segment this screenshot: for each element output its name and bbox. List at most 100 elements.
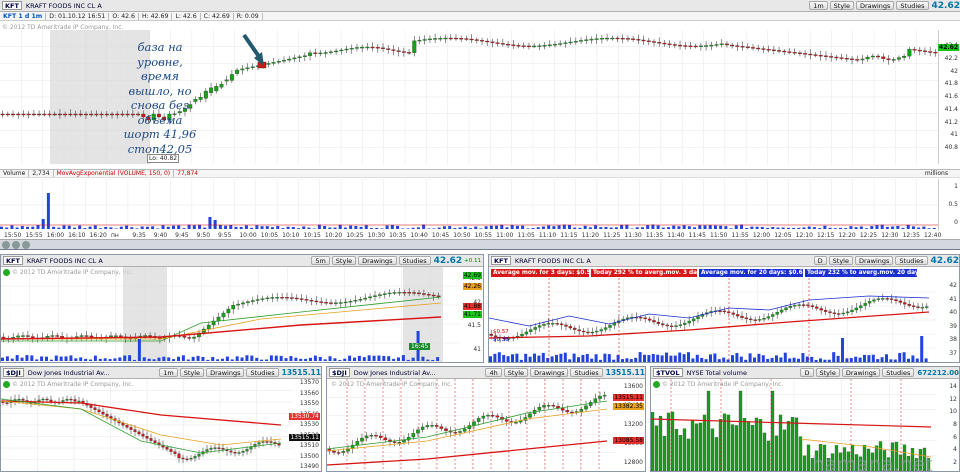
candle-body (560, 408, 565, 411)
y-tick-label: 41.5 (467, 322, 481, 330)
volume-bar (682, 354, 686, 362)
dji-4h-y-axis: 136001340013200130001280013515.1113382.3… (613, 379, 645, 471)
candle-body (559, 323, 564, 326)
y-tick-label: 41 (950, 131, 958, 139)
last-price: 13515.11 (281, 368, 321, 377)
studies-button[interactable]: Studies (895, 256, 928, 265)
style-button[interactable]: Style (815, 368, 840, 377)
candle-body (731, 312, 735, 315)
interval-button[interactable]: 5m (311, 256, 330, 265)
studies-button[interactable]: Studies (246, 368, 279, 377)
volume-bar (41, 219, 45, 229)
studies-button[interactable]: Studies (570, 368, 603, 377)
candle-body (236, 303, 240, 306)
volume-bar (717, 359, 721, 362)
studies-button[interactable]: Studies (882, 368, 915, 377)
interval-button[interactable]: 1m (159, 368, 178, 377)
kft-daily-chart[interactable] (489, 278, 937, 362)
volume-bar (581, 354, 585, 362)
candle-body (845, 311, 850, 314)
volume-bar (750, 226, 754, 229)
volume-bar (166, 226, 170, 229)
volume-bar (838, 227, 842, 229)
style-button[interactable]: Style (331, 256, 357, 265)
symbol-input[interactable]: $TVOL (653, 368, 683, 377)
candle-body (231, 304, 236, 310)
drawings-button[interactable]: Drawings (854, 256, 894, 265)
symbol-input[interactable]: KFT (3, 256, 23, 265)
volume-bar (20, 226, 24, 229)
zoom-in-icon[interactable] (12, 240, 20, 249)
y-tick-label: 13530 (299, 421, 319, 428)
candle-body (928, 51, 933, 53)
candle-body (577, 329, 581, 332)
symbol-input[interactable]: KFT (2, 1, 22, 10)
zoom-out-icon[interactable] (2, 240, 10, 249)
y-tick-label: 13200 (623, 421, 643, 428)
volume-bar (89, 359, 92, 361)
candle-body (801, 304, 806, 306)
drawings-button[interactable]: Drawings (358, 256, 397, 265)
volume-bar (276, 225, 280, 229)
candle-body (568, 41, 573, 44)
volume-bar (907, 358, 910, 362)
candle-body (546, 405, 551, 407)
volume-bar (458, 227, 462, 229)
candle-body (275, 297, 280, 299)
symbol-input[interactable]: $DJI (329, 368, 350, 377)
volume-bar (230, 359, 234, 361)
style-button[interactable]: Style (503, 368, 529, 377)
volume-bar (754, 417, 759, 471)
candle-body (360, 46, 365, 49)
candle-body (45, 398, 49, 401)
candle-body (261, 441, 265, 443)
kft-5m-chart[interactable] (1, 267, 459, 362)
volume-bar (172, 359, 176, 361)
candle-body (332, 450, 336, 453)
candle-body (599, 329, 603, 332)
volume-bar (573, 227, 577, 229)
symbol-input[interactable]: $DJI (3, 368, 24, 377)
interval-button[interactable]: 4h (485, 368, 502, 377)
dji-4h-chart[interactable] (327, 379, 617, 471)
candle-body (775, 312, 779, 315)
main-scrollbar[interactable] (0, 239, 960, 249)
drawings-button[interactable]: Drawings (206, 368, 245, 377)
volume-bar (858, 357, 862, 362)
drawings-button[interactable]: Drawings (855, 1, 895, 10)
scroll-left-icon[interactable] (22, 240, 30, 249)
candle-body (94, 113, 99, 116)
studies-button[interactable]: Studies (896, 1, 929, 10)
volume-bar (651, 354, 655, 362)
style-button[interactable]: Style (179, 368, 205, 377)
x-tick-label: 12:35 (902, 232, 920, 239)
interval-button[interactable]: D (813, 256, 827, 265)
volume-bar (235, 356, 239, 361)
candle-body (740, 315, 744, 318)
interval-button[interactable]: D (800, 368, 814, 377)
candle-body (313, 52, 318, 54)
symbol-input[interactable]: KFT (491, 256, 511, 265)
volume-bar (411, 357, 415, 361)
volume-bar (552, 226, 556, 229)
info-open: O: 42.6 (109, 12, 139, 20)
candle-body (241, 302, 245, 305)
studies-button[interactable]: Studies (398, 256, 431, 265)
candle-body (0, 113, 5, 116)
interval-button[interactable]: 1m (809, 1, 828, 10)
drawings-button[interactable]: Drawings (530, 368, 569, 377)
volume-bar (328, 356, 332, 361)
candle-body (443, 37, 448, 40)
volume-bar (1, 357, 4, 361)
candle-body (573, 41, 578, 43)
dji-1m-chart[interactable] (1, 379, 293, 471)
drawings-button[interactable]: Drawings (841, 368, 881, 377)
volume-bar (206, 359, 210, 361)
candle-body (129, 427, 133, 430)
candle-body (898, 300, 903, 303)
candle-body (657, 42, 662, 44)
candle-body (589, 38, 594, 41)
volume-chart[interactable] (0, 179, 938, 231)
style-button[interactable]: Style (828, 256, 853, 265)
style-button[interactable]: Style (829, 1, 854, 10)
